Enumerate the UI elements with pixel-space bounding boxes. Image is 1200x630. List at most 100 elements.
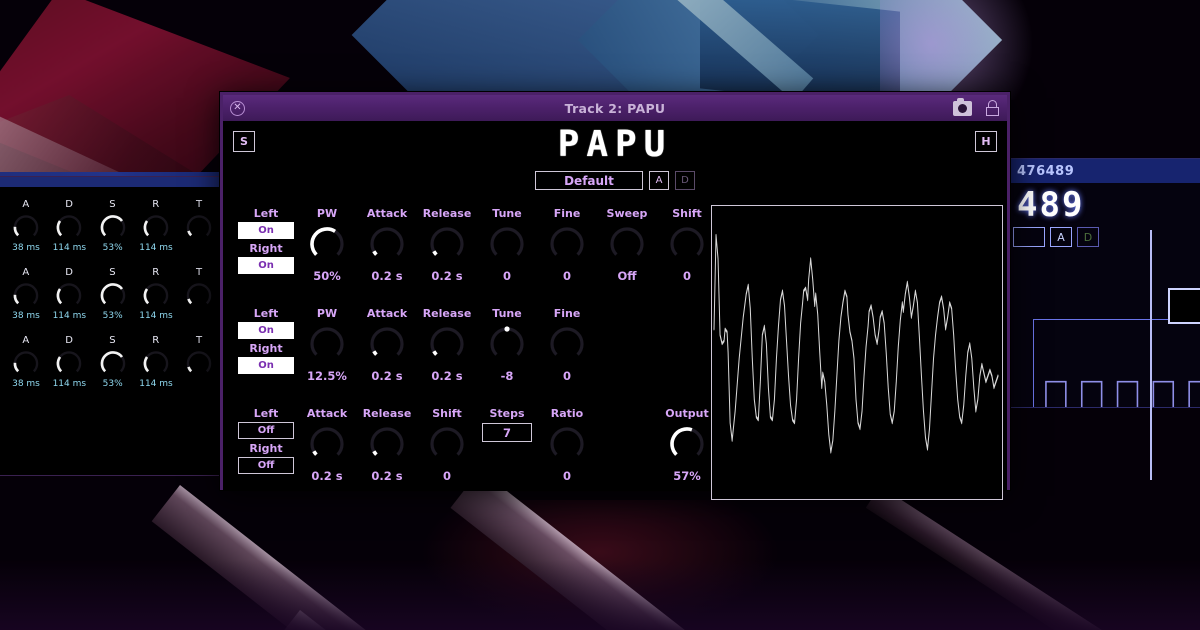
camera-icon[interactable] xyxy=(953,101,972,116)
papu-body: S H PAPU Default A D Left On Right On PW… xyxy=(223,121,1007,490)
adsr-knob[interactable] xyxy=(139,280,173,310)
control-attack: Attack 0.2 s xyxy=(357,207,417,283)
control-shift-knob[interactable] xyxy=(664,223,710,267)
control-release-label: Release xyxy=(417,207,477,220)
lock-icon[interactable] xyxy=(986,100,999,116)
adsr-row: A 38 ms D 114 ms S 53% R 114 ms T xyxy=(0,267,221,321)
adsr-knob[interactable] xyxy=(52,212,86,242)
adsr-knob[interactable] xyxy=(52,280,86,310)
bg-chip-blank[interactable] xyxy=(1013,227,1045,247)
control-tune-value: -8 xyxy=(477,369,537,383)
control-attack-knob[interactable] xyxy=(364,323,410,367)
adsr-label: S xyxy=(91,335,134,346)
right-toggle-button[interactable]: On xyxy=(238,357,294,374)
adsr-knob[interactable] xyxy=(96,212,130,242)
channel-2-toggles: Left On Right On xyxy=(235,307,297,377)
adsr-knob[interactable] xyxy=(9,280,43,310)
control-steps-label: Steps xyxy=(477,407,537,420)
adsr-knob[interactable] xyxy=(96,280,130,310)
control-shift-knob[interactable] xyxy=(424,423,470,467)
preset-row: Default A D xyxy=(223,171,1007,190)
adsr-knob[interactable] xyxy=(139,212,173,242)
control-ratio: Ratio 0 xyxy=(537,407,597,483)
control-tune-knob[interactable] xyxy=(484,323,530,367)
control-pw-knob[interactable] xyxy=(304,223,350,267)
control-output-label: Output xyxy=(657,407,717,420)
adsr-knob[interactable] xyxy=(9,212,43,242)
control-tune-knob[interactable] xyxy=(484,223,530,267)
adsr-knob[interactable] xyxy=(96,348,130,378)
adsr-label: D xyxy=(48,267,91,278)
control-attack-knob[interactable] xyxy=(364,223,410,267)
papu-titlebar[interactable]: ✕ Track 2: PAPU xyxy=(223,95,1007,121)
preset-name-field[interactable]: Default xyxy=(535,171,643,190)
control-fine-knob[interactable] xyxy=(544,323,590,367)
control-fine-knob[interactable] xyxy=(544,223,590,267)
control-pw: PW 12.5% xyxy=(297,307,357,383)
control-release-knob[interactable] xyxy=(424,223,470,267)
right-label: Right xyxy=(235,342,297,355)
papu-plugin-window[interactable]: ✕ Track 2: PAPU S H PAPU Default A D Lef… xyxy=(220,92,1010,490)
background-right-field[interactable]: P xyxy=(1168,288,1200,324)
adsr-label: D xyxy=(48,335,91,346)
control-shift-label: Shift xyxy=(657,207,717,220)
adsr-cell-d: D 114 ms xyxy=(48,267,91,321)
left-toggle-button[interactable]: Off xyxy=(238,422,294,439)
control-tune: Tune 0 xyxy=(477,207,537,283)
adsr-cell-s: S 53% xyxy=(91,335,134,389)
bg-cube-glow xyxy=(880,0,1050,100)
control-sweep-knob[interactable] xyxy=(604,223,650,267)
control-ratio-label: Ratio xyxy=(537,407,597,420)
control-pw: PW 50% xyxy=(297,207,357,283)
adsr-knob[interactable] xyxy=(52,348,86,378)
control-release-knob[interactable] xyxy=(424,323,470,367)
preset-add-button[interactable]: A xyxy=(649,171,669,190)
control-pw-value: 50% xyxy=(297,269,357,283)
control-attack-value: 0.2 s xyxy=(357,269,417,283)
adsr-label: S xyxy=(91,267,134,278)
control-release: Release 0.2 s xyxy=(417,207,477,283)
control-tune-label: Tune xyxy=(477,307,537,320)
channel-3-toggles: Left Off Right Off xyxy=(235,407,297,477)
adsr-knob[interactable] xyxy=(139,348,173,378)
background-window-adsr[interactable]: A 38 ms D 114 ms S 53% R 114 ms T xyxy=(0,176,222,476)
control-ratio-knob[interactable] xyxy=(544,423,590,467)
screenshot-stage: A 38 ms D 114 ms S 53% R 114 ms T xyxy=(0,0,1200,630)
control-release-value: 0.2 s xyxy=(357,469,417,483)
control-fine: Fine 0 xyxy=(537,207,597,283)
bg-chip-d[interactable]: D xyxy=(1077,227,1099,247)
control-attack: Attack 0.2 s xyxy=(357,307,417,383)
adsr-cell-r: R 114 ms xyxy=(134,335,177,389)
adsr-label: A xyxy=(4,335,47,346)
window-title: Track 2: PAPU xyxy=(223,101,1007,116)
left-toggle-button[interactable]: On xyxy=(238,322,294,339)
background-window-right-title: 476489 xyxy=(1011,159,1200,183)
control-tune: Tune -8 xyxy=(477,307,537,383)
control-attack-knob[interactable] xyxy=(304,423,350,467)
right-toggle-button[interactable]: Off xyxy=(238,457,294,474)
control-release-knob[interactable] xyxy=(364,423,410,467)
titlebar-actions xyxy=(953,95,999,121)
control-pw-knob[interactable] xyxy=(304,323,350,367)
control-fine-value: 0 xyxy=(537,369,597,383)
control-attack-value: 0.2 s xyxy=(297,469,357,483)
adsr-knob[interactable] xyxy=(9,348,43,378)
preset-delete-button[interactable]: D xyxy=(675,171,695,190)
adsr-label: R xyxy=(134,267,177,278)
left-toggle-button[interactable]: On xyxy=(238,222,294,239)
channel-row-2: Left On Right On PW 12.5% Attack 0.2 s R… xyxy=(235,307,597,383)
control-shift-value: 0 xyxy=(417,469,477,483)
adsr-cell-partial-2: T xyxy=(178,335,221,389)
control-attack-label: Attack xyxy=(357,207,417,220)
right-toggle-button[interactable]: On xyxy=(238,257,294,274)
control-release-value: 0.2 s xyxy=(417,369,477,383)
bg-chip-a[interactable]: A xyxy=(1050,227,1072,247)
control-output-knob[interactable] xyxy=(664,423,710,467)
background-window-adsr-titlebar xyxy=(0,177,221,187)
control-pw-value: 12.5% xyxy=(297,369,357,383)
close-icon[interactable]: ✕ xyxy=(230,101,245,116)
adsr-cell-r: R 114 ms xyxy=(134,267,177,321)
control-steps-field[interactable]: 7 xyxy=(482,423,532,442)
adsr-value: 114 ms xyxy=(134,311,177,321)
control-sweep-value: Off xyxy=(597,269,657,283)
